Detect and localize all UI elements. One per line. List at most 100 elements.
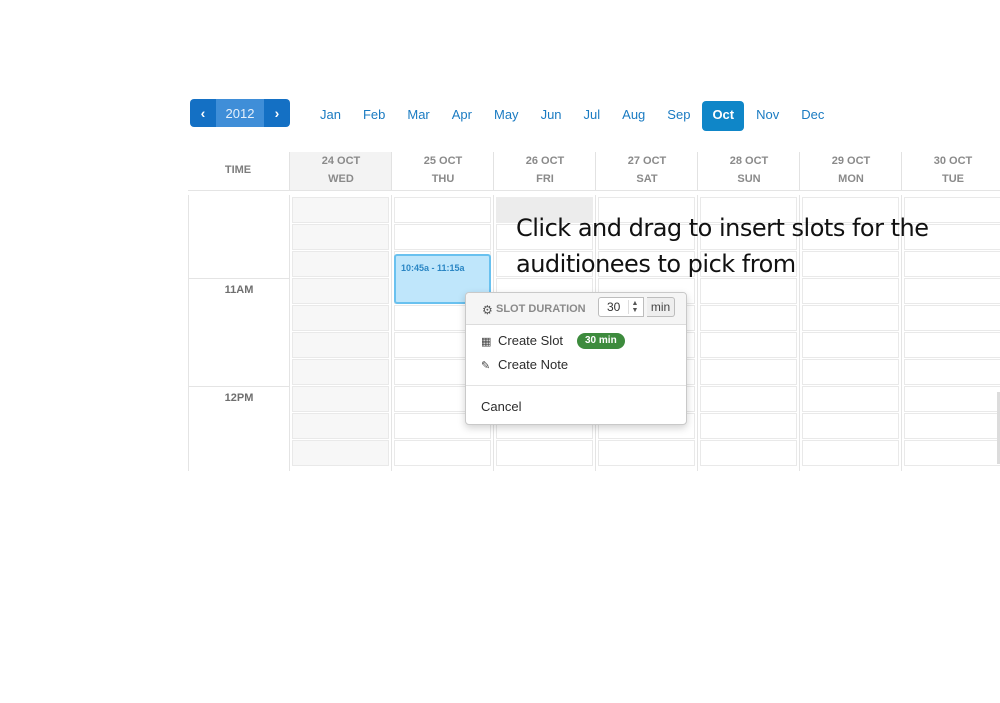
day-date: 24 OCT bbox=[321, 155, 361, 167]
time-slot-cell[interactable] bbox=[292, 413, 389, 439]
time-slot-cell[interactable] bbox=[700, 440, 797, 466]
create-slot-menu-item[interactable]: ▦ Create Slot bbox=[481, 333, 563, 348]
day-date: 30 OCT bbox=[933, 155, 973, 167]
time-slot-cell[interactable] bbox=[496, 440, 593, 466]
time-slot-cell[interactable] bbox=[292, 332, 389, 358]
chevron-right-icon: › bbox=[274, 105, 280, 121]
year-label: 2012 bbox=[216, 99, 264, 127]
time-slot-cell[interactable] bbox=[802, 413, 899, 439]
month-tab-sep[interactable]: Sep bbox=[657, 101, 700, 131]
calendar-icon: ▦ bbox=[481, 336, 492, 348]
time-slot-cell[interactable] bbox=[904, 332, 1000, 358]
day-header: 27 OCT SAT bbox=[595, 152, 698, 190]
time-slot-cell[interactable] bbox=[904, 413, 1000, 439]
time-slot-cell[interactable] bbox=[700, 359, 797, 385]
month-tab-jun[interactable]: Jun bbox=[531, 101, 572, 131]
day-date: 27 OCT bbox=[627, 155, 667, 167]
day-weekday: TUE bbox=[942, 173, 964, 185]
month-tab-aug[interactable]: Aug bbox=[612, 101, 655, 131]
gear-icon: ⚙ bbox=[482, 303, 493, 317]
time-slot-cell[interactable] bbox=[394, 197, 491, 223]
time-slot-cell[interactable] bbox=[904, 386, 1000, 412]
time-slot-cell[interactable] bbox=[700, 386, 797, 412]
hint-line: Click and drag to insert slots for the bbox=[516, 214, 929, 242]
time-slot-cell[interactable] bbox=[292, 359, 389, 385]
month-tab-may[interactable]: May bbox=[484, 101, 529, 131]
previous-year-button[interactable]: ‹ bbox=[190, 99, 216, 127]
time-label-12pm: 12PM bbox=[224, 392, 254, 404]
time-slot-cell[interactable] bbox=[292, 386, 389, 412]
time-slot-cell[interactable] bbox=[700, 413, 797, 439]
time-column-header: TIME bbox=[224, 164, 252, 176]
time-label-11am: 11AM bbox=[224, 284, 254, 296]
pencil-icon: ✎ bbox=[481, 360, 491, 372]
time-slot-cell[interactable] bbox=[292, 440, 389, 466]
time-slot-cell[interactable] bbox=[802, 332, 899, 358]
header-divider bbox=[188, 190, 1000, 191]
spinner-arrows-icon[interactable]: ▲ ▼ bbox=[628, 300, 641, 314]
month-tab-dec[interactable]: Dec bbox=[791, 101, 834, 131]
slot-popover: ⚙ SLOT DURATION 30 ▲ ▼ min ▦ Create Slot 3… bbox=[465, 292, 687, 425]
day-date: 28 OCT bbox=[729, 155, 769, 167]
day-date: 26 OCT bbox=[525, 155, 565, 167]
time-slot-cell[interactable] bbox=[292, 197, 389, 223]
day-date: 25 OCT bbox=[423, 155, 463, 167]
year-navigator: ‹ 2012 › bbox=[190, 99, 290, 127]
time-slot-cell[interactable] bbox=[904, 305, 1000, 331]
month-tab-jul[interactable]: Jul bbox=[574, 101, 611, 131]
next-year-button[interactable]: › bbox=[264, 99, 290, 127]
time-slot-cell[interactable] bbox=[292, 278, 389, 304]
time-slot-cell[interactable] bbox=[394, 440, 491, 466]
time-slot-cell[interactable] bbox=[292, 305, 389, 331]
time-slot-cell[interactable] bbox=[292, 251, 389, 277]
time-slot-cell[interactable] bbox=[802, 440, 899, 466]
hint-line: auditionees to pick from bbox=[516, 250, 796, 278]
day-weekday: WED bbox=[328, 173, 354, 185]
month-tab-oct[interactable]: Oct bbox=[702, 101, 745, 131]
month-tab-jan[interactable]: Jan bbox=[310, 101, 351, 131]
time-slot-cell[interactable] bbox=[904, 359, 1000, 385]
slot-duration-input[interactable]: 30 ▲ ▼ bbox=[598, 297, 644, 317]
chevron-left-icon: ‹ bbox=[200, 105, 206, 121]
hour-divider bbox=[188, 278, 290, 279]
day-weekday: SAT bbox=[636, 173, 658, 185]
time-slot-cell[interactable] bbox=[394, 224, 491, 250]
day-weekday: THU bbox=[431, 173, 455, 185]
day-column[interactable] bbox=[289, 195, 391, 471]
time-slot-cell[interactable] bbox=[292, 224, 389, 250]
hint-annotation: Click and drag to insert slots for the a… bbox=[516, 210, 956, 282]
create-note-label: Create Note bbox=[498, 357, 569, 372]
day-header: 30 OCT TUE bbox=[901, 152, 1000, 190]
popover-divider bbox=[466, 385, 686, 386]
day-header: 25 OCT THU bbox=[391, 152, 494, 190]
month-tab-mar[interactable]: Mar bbox=[397, 101, 439, 131]
day-weekday: MON bbox=[838, 173, 864, 185]
create-slot-label: Create Slot bbox=[498, 333, 564, 348]
month-tab-feb[interactable]: Feb bbox=[353, 101, 395, 131]
month-tab-apr[interactable]: Apr bbox=[442, 101, 482, 131]
month-tab-nov[interactable]: Nov bbox=[746, 101, 789, 131]
hour-divider bbox=[188, 386, 290, 387]
day-header: 26 OCT FRI bbox=[493, 152, 596, 190]
create-note-menu-item[interactable]: ✎ Create Note bbox=[481, 357, 568, 372]
time-slot-cell[interactable] bbox=[598, 440, 695, 466]
slot-duration-value: 30 bbox=[607, 300, 621, 314]
event-time-range: 10:45a - 11:15a bbox=[401, 263, 465, 273]
popover-header: ⚙ SLOT DURATION 30 ▲ ▼ min bbox=[466, 293, 686, 325]
time-column: 11AM 12PM bbox=[188, 195, 289, 471]
slot-duration-badge: 30 min bbox=[577, 333, 625, 349]
popover-title: SLOT DURATION bbox=[496, 303, 586, 315]
day-header: 24 OCT WED bbox=[289, 152, 392, 190]
time-slot-cell[interactable] bbox=[700, 332, 797, 358]
month-tabs: Jan Feb Mar Apr May Jun Jul Aug Sep Oct … bbox=[310, 101, 836, 131]
time-slot-cell[interactable] bbox=[802, 305, 899, 331]
day-header: 28 OCT SUN bbox=[697, 152, 800, 190]
time-slot-cell[interactable] bbox=[904, 440, 1000, 466]
time-slot-cell[interactable] bbox=[802, 359, 899, 385]
cancel-menu-item[interactable]: Cancel bbox=[481, 399, 521, 414]
day-date: 29 OCT bbox=[831, 155, 871, 167]
time-slot-cell[interactable] bbox=[802, 386, 899, 412]
day-weekday: SUN bbox=[737, 173, 761, 185]
time-slot-cell[interactable] bbox=[700, 305, 797, 331]
duration-unit-label: min bbox=[647, 297, 675, 317]
